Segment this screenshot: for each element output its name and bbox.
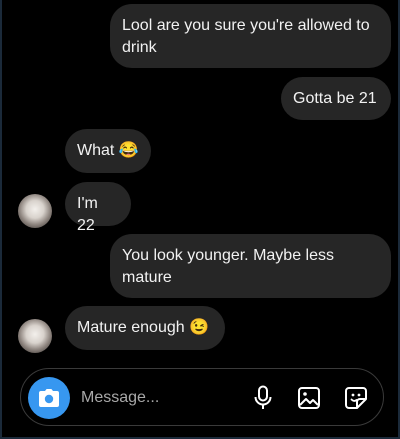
outgoing-message-bubble[interactable]: Lool are you sure you're allowed to drin… bbox=[110, 4, 391, 68]
voice-message-button[interactable] bbox=[250, 385, 276, 411]
message-text: Gotta be 21 bbox=[293, 90, 377, 107]
gallery-button[interactable] bbox=[296, 385, 322, 411]
chat-screen: Lool are you sure you're allowed to drin… bbox=[2, 0, 398, 437]
message-input[interactable] bbox=[81, 387, 231, 409]
incoming-message-bubble[interactable]: I'm 22 bbox=[65, 182, 131, 234]
sticker-icon bbox=[345, 387, 367, 409]
contact-avatar[interactable] bbox=[18, 319, 52, 353]
incoming-message-bubble[interactable]: What 😂 bbox=[65, 129, 151, 173]
sticker-button[interactable] bbox=[343, 385, 369, 411]
outgoing-message-bubble[interactable]: You look younger. Maybe less mature bbox=[110, 234, 391, 298]
microphone-icon bbox=[254, 385, 272, 409]
message-text: Lool are you sure you're allowed to drin… bbox=[122, 17, 370, 56]
camera-button[interactable] bbox=[28, 377, 70, 419]
message-text: What 😂 bbox=[77, 142, 139, 159]
gallery-icon bbox=[298, 387, 320, 409]
message-text: Mature enough 😉 bbox=[77, 319, 209, 336]
contact-avatar[interactable] bbox=[18, 194, 52, 228]
message-text: You look younger. Maybe less mature bbox=[122, 247, 334, 286]
message-composer bbox=[20, 368, 384, 426]
outgoing-message-bubble[interactable]: Gotta be 21 bbox=[281, 77, 391, 120]
camera-icon bbox=[39, 389, 59, 407]
message-text: I'm 22 bbox=[77, 195, 98, 234]
incoming-message-bubble[interactable]: Mature enough 😉 bbox=[65, 306, 225, 350]
